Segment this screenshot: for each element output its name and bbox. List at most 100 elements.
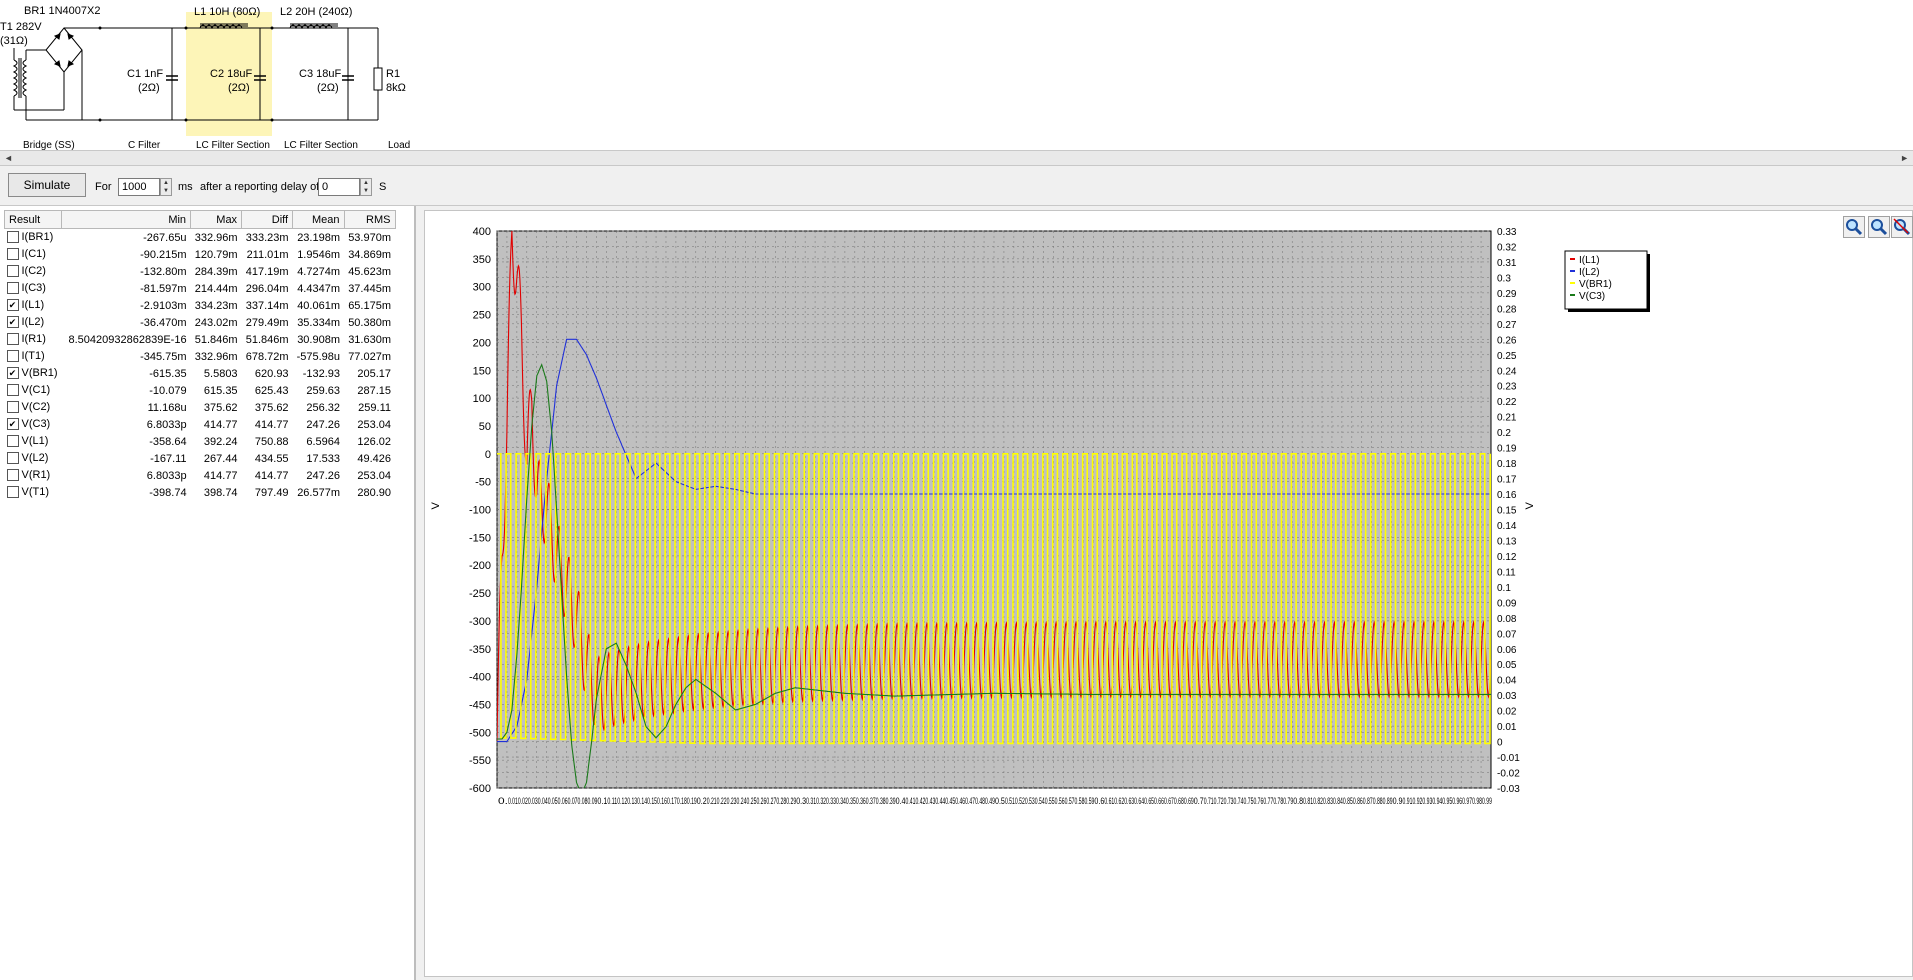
zoom-reset-button[interactable] xyxy=(1891,216,1913,238)
x-tick-label: 0.39 xyxy=(886,796,896,806)
y-tick-label-left: -600 xyxy=(469,783,491,795)
x-tick-label: 0.94 xyxy=(1432,796,1442,806)
result-name-cell: V(BR1) xyxy=(5,365,62,382)
result-rms-cell: 37.445m xyxy=(348,282,391,295)
ms-label: ms xyxy=(178,181,193,193)
horizontal-scrollbar[interactable]: ◄ ► xyxy=(0,150,1913,166)
x-tick-label: 0.52 xyxy=(1015,796,1025,806)
br1-label: BR1 1N4007X2 xyxy=(24,5,100,17)
spin-down-icon[interactable]: ▼ xyxy=(161,187,171,195)
result-checkbox[interactable] xyxy=(6,247,19,260)
result-name-cell: I(C1) xyxy=(5,246,62,263)
x-tick-label: 0.98 xyxy=(1472,796,1482,806)
y-tick-label-right: 0.16 xyxy=(1497,490,1517,501)
result-max-cell: 392.24 xyxy=(203,435,238,448)
y-tick-label-left: 350 xyxy=(473,254,491,266)
duration-input[interactable] xyxy=(118,178,160,196)
scroll-right-arrow-icon[interactable]: ► xyxy=(1900,153,1909,163)
x-tick-label: 0.11 xyxy=(607,796,617,806)
result-mean-cell: 35.334m xyxy=(297,316,340,329)
result-min-cell: 11.168u xyxy=(147,401,187,414)
x-tick-label: 0.15 xyxy=(647,796,657,806)
result-name: I(BR1) xyxy=(21,231,54,244)
result-diff-cell: 279.49m xyxy=(245,316,289,329)
column-header[interactable]: RMS xyxy=(343,210,396,229)
zoom-in-button[interactable] xyxy=(1843,216,1865,238)
x-tick-label: 0.23 xyxy=(727,796,737,806)
waveform-chart[interactable]: 400 350 300 250 200 150 100 50 0 -50 -100 -150 -200 -… xyxy=(425,211,1912,976)
result-checkbox[interactable] xyxy=(6,281,19,294)
zoom-in-icon xyxy=(1846,219,1863,236)
result-name: I(R1) xyxy=(21,333,46,346)
result-checkbox[interactable] xyxy=(6,434,19,447)
result-diff-cell: 333.23m xyxy=(245,231,289,244)
result-checkbox[interactable] xyxy=(6,332,19,345)
result-checkbox[interactable] xyxy=(6,349,19,362)
y-tick-label-right: 0.19 xyxy=(1497,444,1517,455)
result-name: V(L2) xyxy=(21,452,49,465)
result-checkbox[interactable] xyxy=(6,298,19,311)
plot-area: 400 350 300 250 200 150 100 50 0 -50 -100 -150 -200 -… xyxy=(424,210,1913,977)
x-tick-label: 0.09 xyxy=(587,796,597,806)
result-diff-cell: 434.55 xyxy=(254,452,289,465)
spin-up-icon[interactable]: ▲ xyxy=(161,179,171,187)
result-rms-cell: 45.623m xyxy=(348,265,391,278)
table-row: V(L1) -358.64 392.24 750.88 6.5964 126.02 xyxy=(5,433,396,450)
delay-spinner[interactable]: ▲ ▼ xyxy=(360,178,372,196)
result-checkbox[interactable] xyxy=(6,400,19,413)
spin-down-icon[interactable]: ▼ xyxy=(361,187,371,195)
x-tick-label: 0.85 xyxy=(1343,796,1353,806)
table-row: V(C1) -10.079 615.35 625.43 259.63 287.15 xyxy=(5,382,396,399)
x-tick-label: 0.17 xyxy=(667,796,677,806)
result-diff-cell: 620.93 xyxy=(254,367,289,380)
result-diff-cell: 797.49 xyxy=(254,486,289,499)
table-row: I(L1) -2.9103m 334.23m 337.14m 40.061m 65.175… xyxy=(5,297,396,314)
result-checkbox[interactable] xyxy=(6,383,19,396)
column-header[interactable]: Max xyxy=(190,210,243,229)
zoom-out-button[interactable] xyxy=(1868,216,1890,238)
x-tick-label: 0.61 xyxy=(1104,796,1114,806)
result-max-cell: 214.44m xyxy=(194,282,238,295)
result-checkbox[interactable] xyxy=(6,315,19,328)
c1-resistance: (2Ω) xyxy=(138,82,160,94)
resistor-symbol xyxy=(373,28,383,120)
result-checkbox[interactable] xyxy=(6,366,19,379)
result-rms-cell: 280.90 xyxy=(357,486,391,499)
column-header[interactable]: Result xyxy=(3,210,63,229)
simulation-toolbar: Simulate For ▲ ▼ ms after a reporting de… xyxy=(0,166,1913,206)
section-label: LC Filter Section xyxy=(284,140,358,150)
column-header[interactable]: Diff xyxy=(241,210,294,229)
y-tick-label-right: 0.31 xyxy=(1497,258,1517,269)
x-tick-label: 0.24 xyxy=(737,796,747,806)
result-checkbox[interactable] xyxy=(6,230,19,243)
scroll-left-arrow-icon[interactable]: ◄ xyxy=(4,153,13,163)
x-tick-label: 0.77 xyxy=(1263,796,1273,806)
result-checkbox[interactable] xyxy=(6,451,19,464)
column-header[interactable]: Mean xyxy=(292,210,345,229)
result-name: V(C3) xyxy=(21,418,51,431)
x-tick-label: 0.51 xyxy=(1005,796,1015,806)
x-tick-label: 0.06 xyxy=(558,796,568,806)
result-name-cell: I(T1) xyxy=(5,348,62,365)
section-label: Load xyxy=(388,140,410,150)
result-name: V(C2) xyxy=(21,401,51,414)
duration-spinner[interactable]: ▲ ▼ xyxy=(160,178,172,196)
result-checkbox[interactable] xyxy=(6,485,19,498)
result-checkbox[interactable] xyxy=(6,417,19,430)
result-name: I(L1) xyxy=(21,299,45,312)
spin-up-icon[interactable]: ▲ xyxy=(361,179,371,187)
x-tick-label: 0.66 xyxy=(1154,796,1164,806)
x-tick-label: 0.89 xyxy=(1383,796,1393,806)
table-row: I(C1) -90.215m 120.79m 211.01m 1.9546m 34.869… xyxy=(5,246,396,263)
delay-input[interactable] xyxy=(318,178,360,196)
x-tick-label: 0.73 xyxy=(1224,796,1234,806)
result-checkbox[interactable] xyxy=(6,468,19,481)
table-row: I(BR1) -267.65u 332.96m 333.23m 23.198m 53.97… xyxy=(5,229,396,247)
result-name-cell: V(L2) xyxy=(5,450,62,467)
y-tick-label-left: -500 xyxy=(469,727,491,739)
simulate-button[interactable]: Simulate xyxy=(8,173,86,197)
x-tick-label: 0.27 xyxy=(766,796,776,806)
table-row: I(C2) -132.80m 284.39m 417.19m 4.7274m 45.623… xyxy=(5,263,396,280)
result-checkbox[interactable] xyxy=(6,264,19,277)
column-header[interactable]: Min xyxy=(61,210,192,229)
